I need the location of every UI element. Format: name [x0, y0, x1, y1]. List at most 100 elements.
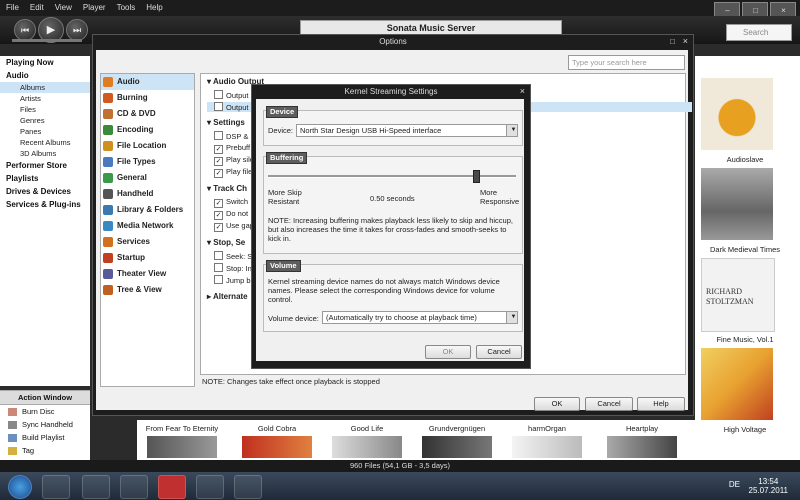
checkbox[interactable]: ✓ — [214, 145, 223, 154]
checkbox[interactable]: ✓ — [214, 169, 223, 178]
setting-row[interactable]: ✓ Use gap — [214, 221, 254, 232]
album-cover[interactable] — [607, 436, 677, 458]
tree-panes[interactable]: Panes — [0, 126, 90, 137]
tree-genres[interactable]: Genres — [0, 115, 90, 126]
tree-performer-store[interactable]: Performer Store — [0, 159, 90, 172]
buffer-slider-track[interactable] — [268, 170, 516, 183]
nav-library-folders[interactable]: Library & Folders — [101, 202, 194, 218]
album-title: From Fear To Eternity — [145, 424, 219, 433]
options-search-input[interactable]: Type your search here — [568, 55, 685, 70]
app-icon[interactable] — [120, 475, 148, 499]
setting-row[interactable]: Jump b — [214, 275, 251, 285]
previous-track-icon[interactable]: ⏮ — [14, 19, 36, 41]
ks-cancel-button[interactable]: Cancel — [476, 345, 522, 359]
tree-recent-albums[interactable]: Recent Albums — [0, 137, 90, 148]
explorer-icon[interactable] — [42, 475, 70, 499]
nav-cd-dvd[interactable]: CD & DVD — [101, 106, 194, 122]
checkbox[interactable]: ✓ — [214, 199, 223, 208]
tree-albums[interactable]: Albums — [0, 82, 90, 93]
setting-row[interactable]: ✓ Play file — [214, 167, 252, 178]
album-cover[interactable] — [701, 348, 773, 420]
tree-audio[interactable]: Audio — [0, 69, 90, 82]
tree-services-plugins[interactable]: Services & Plug-ins — [0, 198, 90, 211]
nav-file-types[interactable]: File Types — [101, 154, 194, 170]
setting-row[interactable]: ✓ Switch — [214, 197, 248, 208]
menu-tools[interactable]: Tools — [111, 0, 141, 12]
action-sync-handheld[interactable]: Sync Handheld — [0, 418, 90, 431]
album-title: Dark Medieval Times — [709, 245, 781, 254]
setting-row[interactable]: Output — [214, 90, 249, 100]
setting-row[interactable]: Stop: In — [214, 263, 252, 273]
nav-burning[interactable]: Burning — [101, 90, 194, 106]
action-tag[interactable]: Tag — [0, 444, 90, 457]
ks-ok-button[interactable]: OK — [425, 345, 471, 359]
menu-view[interactable]: View — [49, 0, 77, 12]
checkbox[interactable]: ✓ — [214, 211, 223, 220]
action-burn-disc[interactable]: Burn Disc — [0, 405, 90, 418]
setting-row[interactable]: DSP & — [214, 131, 248, 141]
buffering-header: Buffering — [266, 152, 308, 164]
menu-edit[interactable]: Edit — [24, 0, 49, 12]
setting-row[interactable]: ✓ Do not — [214, 209, 248, 220]
start-icon[interactable] — [8, 475, 32, 499]
clock-time: 13:54 — [758, 477, 779, 486]
nav-media-network[interactable]: Media Network — [101, 218, 194, 234]
next-track-icon[interactable]: ⏭ — [66, 19, 88, 41]
nav-general[interactable]: General — [101, 170, 194, 186]
tree-3d-albums[interactable]: 3D Albums — [0, 148, 90, 159]
device-header: Device — [266, 106, 299, 118]
menu-help[interactable]: Help — [140, 0, 167, 12]
search-input[interactable]: Search — [726, 24, 792, 41]
buffer-slider-thumb[interactable] — [473, 170, 481, 183]
media-player-icon[interactable] — [158, 475, 186, 499]
nav-services[interactable]: Services — [101, 234, 194, 250]
tree-drives-devices[interactable]: Drives & Devices — [0, 185, 90, 198]
album-cover[interactable] — [332, 436, 402, 458]
setting-label: Do not — [226, 209, 249, 218]
checkbox[interactable]: ✓ — [214, 157, 223, 166]
tree-artists[interactable]: Artists — [0, 93, 90, 104]
nav-handheld[interactable]: Handheld — [101, 186, 194, 202]
volume-slider[interactable] — [12, 39, 82, 42]
options-ok-button[interactable]: OK — [534, 397, 580, 411]
group-alternate[interactable]: ▸ Alternate — [207, 292, 248, 301]
group-stop-seek[interactable]: ▾ Stop, Se — [207, 238, 245, 247]
album-cover[interactable] — [242, 436, 312, 458]
group-track-change[interactable]: ▾ Track Ch — [207, 184, 247, 193]
menu-file[interactable]: File — [0, 0, 24, 12]
clock[interactable]: 13:54 25.07.2011 — [749, 477, 788, 495]
tree-files[interactable]: Files — [0, 104, 90, 115]
device-select[interactable]: North Star Design USB Hi-Speed interface… — [296, 124, 518, 137]
nav-encoding[interactable]: Encoding — [101, 122, 194, 138]
menu-player[interactable]: Player — [77, 0, 111, 12]
nav-startup[interactable]: Startup — [101, 250, 194, 266]
nav-file-location[interactable]: File Location — [101, 138, 194, 154]
options-cancel-button[interactable]: Cancel — [585, 397, 633, 411]
action-build-playlist[interactable]: Build Playlist — [0, 431, 90, 444]
firefox-icon[interactable] — [82, 475, 110, 499]
volume-device-select[interactable]: (Automatically try to choose at playback… — [322, 311, 518, 324]
nav-audio[interactable]: Audio — [101, 74, 194, 90]
setting-row[interactable]: ✓ Prebuff — [214, 143, 250, 154]
app-icon[interactable] — [196, 475, 224, 499]
nav-theater-view[interactable]: Theater View — [101, 266, 194, 282]
album-cover[interactable] — [512, 436, 582, 458]
group-settings[interactable]: ▾ Settings — [207, 118, 245, 127]
language-indicator[interactable]: DE — [729, 480, 740, 489]
maximize-icon[interactable]: □ — [670, 37, 675, 46]
tree-playlists[interactable]: Playlists — [0, 172, 90, 185]
setting-row[interactable]: ✓ Play sile — [214, 155, 254, 166]
checkbox[interactable]: ✓ — [214, 223, 223, 232]
close-icon[interactable]: × — [683, 36, 688, 46]
nav-tree-view[interactable]: Tree & View — [101, 282, 194, 298]
library-icon — [103, 205, 113, 215]
tree-playing-now[interactable]: Playing Now — [0, 56, 90, 69]
album-cover[interactable] — [422, 436, 492, 458]
album-cover[interactable]: RICHARD STOLTZMAN — [701, 258, 775, 332]
options-help-button[interactable]: Help — [637, 397, 685, 411]
album-cover[interactable] — [701, 78, 773, 150]
album-cover[interactable] — [701, 168, 773, 240]
close-icon[interactable]: × — [520, 86, 525, 96]
album-cover[interactable] — [147, 436, 217, 458]
app-icon[interactable] — [234, 475, 262, 499]
